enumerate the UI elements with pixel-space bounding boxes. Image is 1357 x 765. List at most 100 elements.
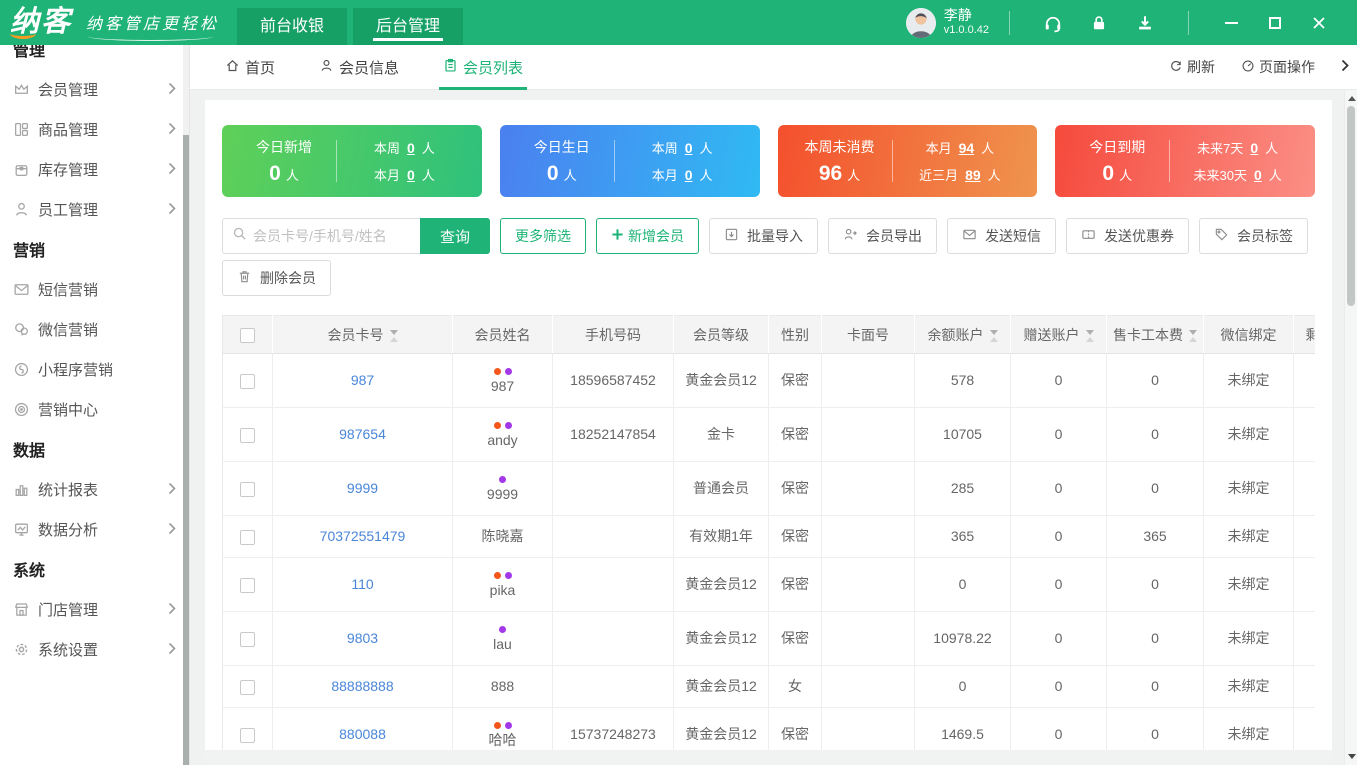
tag-dot-purple — [505, 722, 512, 729]
row-checkbox[interactable] — [240, 632, 255, 647]
member-card-link[interactable]: 880088 — [339, 726, 386, 742]
sidebar-item-store-mgmt[interactable]: 门店管理 — [0, 589, 189, 629]
batch-import-button[interactable]: 批量导入 — [709, 218, 818, 254]
detail-value[interactable]: 0 — [407, 167, 415, 183]
tab-member-info[interactable]: 会员信息 — [319, 45, 399, 90]
column-header-name: 会员姓名 — [453, 316, 553, 354]
scroll-down-arrow-icon[interactable] — [1348, 754, 1356, 759]
export-member-label: 会员导出 — [866, 226, 922, 246]
row-checkbox[interactable] — [240, 482, 255, 497]
nav-tab-label: 前台收银 — [260, 18, 324, 35]
row-checkbox[interactable] — [240, 374, 255, 389]
cell-card_face — [822, 612, 915, 666]
sidebar-item-stats-report[interactable]: 统计报表 — [0, 469, 189, 509]
cell-card_no: 987 — [273, 354, 453, 408]
sidebar-item-miniprogram-marketing[interactable]: 小程序营销 — [0, 349, 189, 389]
search-input[interactable] — [253, 228, 408, 244]
page-actions-button[interactable]: 页面操作 — [1241, 57, 1315, 77]
delete-member-button[interactable]: 删除会员 — [222, 260, 331, 296]
sidebar-item-inventory-mgmt[interactable]: 库存管理 — [0, 149, 189, 189]
add-member-button[interactable]: 新增会员 — [596, 218, 699, 254]
minimize-icon — [1225, 22, 1238, 24]
row-checkbox[interactable] — [240, 728, 255, 743]
member-tag-button[interactable]: 会员标签 — [1199, 218, 1308, 254]
detail-unit: 人 — [981, 138, 994, 157]
member-card-link[interactable]: 987 — [351, 372, 374, 388]
detail-value[interactable]: 0 — [1254, 167, 1262, 183]
select-all-checkbox[interactable] — [240, 328, 255, 343]
user-info[interactable]: 李静 v1.0.0.42 — [944, 7, 989, 38]
vertical-scrollbar-thumb[interactable] — [1347, 106, 1355, 306]
delete-member-label: 删除会员 — [260, 268, 316, 288]
member-name: 陈晓嘉 — [457, 527, 548, 546]
member-card-link[interactable]: 9803 — [347, 630, 378, 646]
member-tag-dots — [457, 623, 548, 633]
cell-phone — [553, 516, 674, 558]
sidebar-item-system-settings[interactable]: 系统设置 — [0, 629, 189, 669]
sort-icon[interactable] — [1189, 330, 1197, 342]
send-sms-button[interactable]: 发送短信 — [947, 218, 1056, 254]
detail-value[interactable]: 94 — [959, 140, 975, 156]
cell-gift: 0 — [1011, 408, 1107, 462]
cell-balance: 1469.5 — [915, 708, 1011, 751]
sort-icon[interactable] — [390, 330, 398, 342]
stat-detail: 本周0人 — [374, 138, 435, 157]
sidebar-scrollbar-thumb[interactable] — [183, 135, 189, 765]
customer-service-headset-icon[interactable] — [1042, 12, 1064, 34]
row-checkbox[interactable] — [240, 530, 255, 545]
avatar[interactable] — [906, 8, 936, 38]
lock-icon[interactable] — [1088, 12, 1110, 34]
member-card-link[interactable]: 987654 — [339, 426, 386, 442]
maximize-button[interactable] — [1266, 14, 1284, 32]
row-checkbox[interactable] — [240, 680, 255, 695]
sidebar-item-goods-mgmt[interactable]: 商品管理 — [0, 109, 189, 149]
member-card-link[interactable]: 110 — [351, 576, 373, 592]
sidebar-item-member-mgmt[interactable]: 会员管理 — [0, 69, 189, 109]
detail-value[interactable]: 0 — [685, 140, 693, 156]
tab-home[interactable]: 首页 — [225, 45, 275, 90]
detail-value[interactable]: 0 — [1250, 140, 1258, 156]
send-coupon-button[interactable]: 发送优惠券 — [1066, 218, 1189, 254]
search-button[interactable]: 查询 — [420, 218, 490, 254]
export-member-button[interactable]: 会员导出 — [828, 218, 937, 254]
sidebar-item-label: 员工管理 — [38, 199, 189, 220]
sidebar-item-marketing-center[interactable]: 营销中心 — [0, 389, 189, 429]
select-all-header-cell — [223, 316, 273, 354]
minimize-button[interactable] — [1222, 14, 1240, 32]
sidebar-item-staff-mgmt[interactable]: 员工管理 — [0, 189, 189, 229]
nav-tab-backoffice[interactable]: 后台管理 — [353, 8, 463, 45]
more-filter-button[interactable]: 更多筛选 — [500, 218, 586, 254]
nav-tab-cashier[interactable]: 前台收银 — [237, 8, 347, 45]
sort-icon[interactable] — [1086, 330, 1094, 342]
sidebar-item-wechat-marketing[interactable]: 微信营销 — [0, 309, 189, 349]
close-button[interactable] — [1310, 14, 1328, 32]
marketing-target-icon — [12, 400, 30, 418]
sidebar-item-label: 短信营销 — [38, 279, 189, 300]
chevron-right-icon[interactable] — [1341, 59, 1349, 75]
detail-value[interactable]: 89 — [965, 167, 981, 183]
sidebar-item-data-analysis[interactable]: 数据分析 — [0, 509, 189, 549]
detail-label: 本月 — [374, 165, 400, 184]
sidebar-item-sms-marketing[interactable]: 短信营销 — [0, 269, 189, 309]
row-checkbox[interactable] — [240, 578, 255, 593]
vertical-scrollbar[interactable] — [1344, 90, 1357, 765]
cell-name: 9999 — [453, 462, 553, 516]
horizontal-scrollbar-track[interactable] — [205, 750, 1332, 765]
member-card-link[interactable]: 9999 — [347, 480, 378, 496]
chevron-right-icon — [168, 202, 176, 215]
detail-value[interactable]: 0 — [407, 140, 415, 156]
tab-member-list[interactable]: 会员列表 — [443, 45, 523, 90]
sort-icon[interactable] — [990, 330, 998, 342]
detail-unit: 人 — [700, 165, 713, 184]
member-card-link[interactable]: 70372551479 — [320, 528, 406, 544]
scroll-up-arrow-icon[interactable] — [1348, 96, 1356, 101]
row-checkbox[interactable] — [240, 428, 255, 443]
tag-dot-orange — [494, 572, 501, 579]
section-label: 营销 — [13, 237, 45, 261]
member-name: lau — [457, 635, 548, 654]
detail-value[interactable]: 0 — [685, 167, 693, 183]
member-card-link[interactable]: 88888888 — [331, 678, 393, 694]
refresh-button[interactable]: 刷新 — [1169, 57, 1215, 77]
app-version: v1.0.0.42 — [944, 24, 989, 38]
download-icon[interactable] — [1134, 12, 1156, 34]
